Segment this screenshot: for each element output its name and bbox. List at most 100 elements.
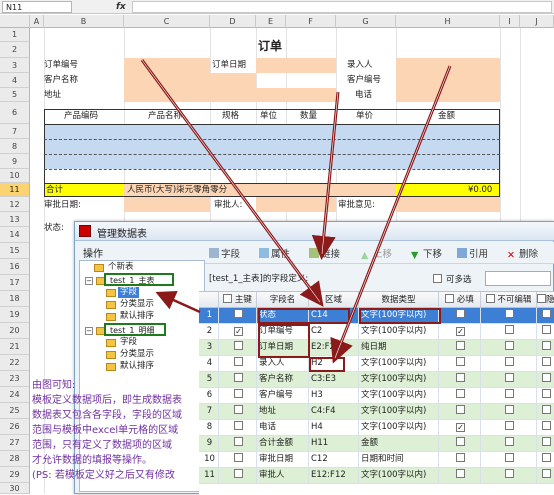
hidden-checkbox[interactable] bbox=[542, 389, 551, 398]
reviewer-cell[interactable] bbox=[256, 197, 336, 212]
address-cell[interactable] bbox=[124, 88, 336, 102]
row-header[interactable]: 7 bbox=[0, 124, 30, 139]
pk-cell[interactable] bbox=[219, 388, 257, 404]
collapse-icon[interactable]: − bbox=[85, 277, 93, 285]
pk-checkbox[interactable] bbox=[234, 405, 243, 414]
hidden-cell[interactable] bbox=[537, 340, 554, 356]
row-header[interactable]: 23 bbox=[0, 371, 30, 387]
row-header[interactable]: 15 bbox=[0, 243, 30, 259]
required-cell[interactable] bbox=[439, 388, 481, 404]
hidden-cell[interactable] bbox=[537, 388, 554, 404]
row-header[interactable]: 13 bbox=[0, 212, 30, 227]
hidden-cell[interactable] bbox=[537, 404, 554, 420]
col-header-f[interactable]: F bbox=[286, 15, 336, 28]
table-row[interactable]: 4 录入人 H2 文字(100字以内) bbox=[199, 356, 554, 372]
dialog-titlebar[interactable]: 管理数据表 bbox=[75, 222, 554, 241]
multi-select-input[interactable] bbox=[485, 271, 551, 286]
pk-checkbox[interactable] bbox=[234, 373, 243, 382]
col-header-c[interactable]: C bbox=[124, 15, 210, 28]
required-checkbox[interactable] bbox=[456, 327, 465, 336]
hidden-checkbox[interactable] bbox=[542, 341, 551, 350]
readonly-checkbox[interactable] bbox=[505, 469, 514, 478]
row-header[interactable]: 30 bbox=[0, 483, 30, 494]
hidden-checkbox[interactable] bbox=[542, 453, 551, 462]
row-header[interactable]: 8 bbox=[0, 139, 30, 154]
hidden-cell[interactable] bbox=[537, 356, 554, 372]
table-row[interactable]: 7 地址 C4:F4 文字(100字以内) bbox=[199, 404, 554, 420]
required-cell[interactable] bbox=[439, 452, 481, 468]
pk-checkbox[interactable] bbox=[234, 309, 243, 318]
select-all-corner[interactable] bbox=[0, 15, 30, 28]
customer-no-cell[interactable] bbox=[396, 73, 500, 88]
col-header-type[interactable]: 数据类型 bbox=[359, 292, 439, 308]
hidden-checkbox[interactable] bbox=[542, 357, 551, 366]
row-header[interactable]: 12 bbox=[0, 197, 30, 212]
required-checkbox[interactable] bbox=[456, 357, 465, 366]
required-cell[interactable] bbox=[439, 308, 481, 324]
order-date-cell[interactable] bbox=[256, 58, 336, 73]
table-row[interactable]: 8 电话 H4 文字(100字以内) bbox=[199, 420, 554, 436]
required-checkbox[interactable] bbox=[456, 453, 465, 462]
row-header[interactable]: 6 bbox=[0, 102, 30, 124]
col-header-i[interactable]: I bbox=[500, 15, 520, 28]
pk-cell[interactable] bbox=[219, 420, 257, 436]
tree-item-new-table[interactable]: 个新表 bbox=[108, 262, 134, 273]
pk-checkbox[interactable] bbox=[234, 357, 243, 366]
hidden-cell[interactable] bbox=[537, 436, 554, 452]
readonly-checkbox[interactable] bbox=[505, 325, 514, 334]
table-row[interactable]: 6 客户编号 H3 文字(100字以内) bbox=[199, 388, 554, 404]
row-header[interactable]: 4 bbox=[0, 73, 30, 88]
multi-select-checkbox[interactable] bbox=[433, 274, 442, 283]
hidden-checkbox[interactable] bbox=[542, 405, 551, 414]
col-header-b[interactable]: B bbox=[44, 15, 124, 28]
row-header[interactable]: 19 bbox=[0, 307, 30, 323]
name-box[interactable]: N11 bbox=[2, 1, 72, 13]
readonly-cell[interactable] bbox=[481, 356, 537, 372]
row-header[interactable]: 24 bbox=[0, 387, 30, 403]
required-checkbox[interactable] bbox=[456, 423, 465, 432]
collapse-icon[interactable]: − bbox=[85, 327, 93, 335]
pk-checkbox[interactable] bbox=[234, 437, 243, 446]
required-cell[interactable] bbox=[439, 436, 481, 452]
tree-item-fields-selected[interactable]: 字段 bbox=[118, 287, 140, 298]
readonly-cell[interactable] bbox=[481, 372, 537, 388]
pk-cell[interactable] bbox=[219, 452, 257, 468]
tree-item-category[interactable]: 分类显示 bbox=[120, 349, 154, 360]
link-button[interactable]: 链接 bbox=[309, 246, 340, 260]
readonly-checkbox[interactable] bbox=[505, 437, 514, 446]
table-row[interactable]: 10 审批日期 C12 日期和时间 bbox=[199, 452, 554, 468]
hidden-checkbox[interactable] bbox=[542, 421, 551, 430]
hidden-checkbox[interactable] bbox=[542, 469, 551, 478]
table-row[interactable]: 3 订单日期 E2:F2 纯日期 bbox=[199, 340, 554, 356]
move-up-button[interactable]: ▲ 上移 bbox=[361, 246, 392, 261]
row-header[interactable]: 20 bbox=[0, 323, 30, 339]
required-cell[interactable] bbox=[439, 372, 481, 388]
reference-button[interactable]: 引用 bbox=[457, 246, 488, 260]
table-row[interactable]: 11 审批人 E12:F12 文字(100字以内) bbox=[199, 468, 554, 484]
hidden-checkbox[interactable] bbox=[542, 325, 551, 334]
pk-checkbox[interactable] bbox=[234, 341, 243, 350]
col-header-a[interactable]: A bbox=[30, 15, 44, 28]
pk-cell[interactable] bbox=[219, 468, 257, 484]
col-header-e[interactable]: E bbox=[256, 15, 286, 28]
row-header[interactable]: 16 bbox=[0, 259, 30, 275]
col-header-hidden[interactable]: 隐 bbox=[537, 292, 554, 308]
fx-icon[interactable]: fx bbox=[116, 0, 126, 14]
tree-item-category[interactable]: 分类显示 bbox=[120, 299, 154, 310]
required-checkbox[interactable] bbox=[456, 389, 465, 398]
col-header-range[interactable]: 区域 bbox=[309, 292, 359, 308]
entry-person-cell[interactable] bbox=[396, 58, 500, 73]
hidden-all-checkbox[interactable] bbox=[537, 294, 546, 303]
phone-cell[interactable] bbox=[396, 88, 500, 102]
hidden-cell[interactable] bbox=[537, 324, 554, 340]
row-header[interactable]: 28 bbox=[0, 451, 30, 467]
readonly-cell[interactable] bbox=[481, 436, 537, 452]
formula-input[interactable] bbox=[132, 1, 552, 13]
required-checkbox[interactable] bbox=[456, 469, 465, 478]
row-header[interactable]: 3 bbox=[0, 58, 30, 73]
readonly-checkbox[interactable] bbox=[505, 373, 514, 382]
required-cell[interactable] bbox=[439, 404, 481, 420]
row-header[interactable]: 17 bbox=[0, 275, 30, 291]
pk-cell[interactable] bbox=[219, 356, 257, 372]
hidden-cell[interactable] bbox=[537, 468, 554, 484]
